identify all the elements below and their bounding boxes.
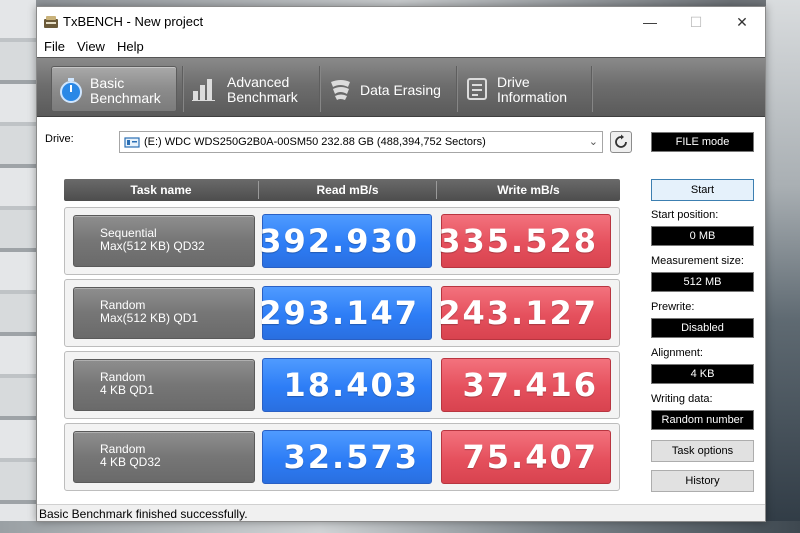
write-value: 75.407 [441, 430, 611, 484]
history-button[interactable]: History [651, 470, 754, 492]
refresh-button[interactable] [610, 131, 632, 153]
write-value: 335.528 [438, 214, 611, 268]
refresh-icon [615, 134, 627, 148]
status-text: Basic Benchmark finished successfully. [39, 507, 248, 521]
main-toolbar: Basic Benchmark Advanced Benchmark Data … [37, 57, 765, 117]
prewrite-field[interactable]: Disabled [651, 318, 754, 338]
writing-data-label: Writing data: [651, 393, 713, 405]
task-line2: Max(512 KB) QD1 [100, 311, 199, 325]
desktop-background-right [766, 0, 800, 533]
toolbar-separator [319, 66, 321, 112]
close-icon: ✕ [736, 13, 748, 30]
header-write: Write mB/s [497, 183, 560, 197]
task-button-seq-q32[interactable]: Sequential Max(512 KB) QD32 [73, 215, 255, 267]
app-logo-icon [44, 16, 58, 28]
window-title: TxBENCH - New project [63, 14, 204, 29]
toolbar-separator [591, 66, 593, 112]
minimize-icon: — [643, 14, 657, 30]
toolbar-separator [456, 66, 458, 112]
drive-select-value: (E:) WDC WDS250G2B0A-00SM50 232.88 GB (4… [144, 136, 486, 148]
tab-label-line1: Drive [497, 74, 530, 90]
start-position-label: Start position: [651, 209, 719, 221]
tab-basic-benchmark[interactable]: Basic Benchmark [51, 66, 177, 112]
tab-label-line1: Data Erasing [360, 82, 441, 98]
chevron-down-icon: ⌄ [588, 136, 598, 148]
write-value: 37.416 [441, 358, 611, 412]
read-value: 293.147 [259, 286, 432, 340]
task-options-button[interactable]: Task options [651, 440, 754, 462]
eraser-icon [331, 80, 350, 100]
tab-label-line1: Basic [90, 75, 125, 91]
write-value: 243.127 [438, 286, 611, 340]
tab-drive-information[interactable]: Drive Information [461, 66, 589, 112]
stopwatch-icon [60, 78, 82, 103]
start-button[interactable]: Start [651, 179, 754, 201]
tab-data-erasing[interactable]: Data Erasing [324, 66, 454, 112]
start-position-field[interactable]: 0 MB [651, 226, 754, 246]
maximize-button[interactable]: ☐ [673, 7, 719, 37]
measurement-size-field[interactable]: 512 MB [651, 272, 754, 292]
results-header: Task name Read mB/s Write mB/s [64, 179, 620, 201]
measurement-size-label: Measurement size: [651, 255, 744, 267]
result-row-seq-q32: Sequential Max(512 KB) QD32 392.930 335.… [64, 207, 620, 275]
title-bar: TxBENCH - New project — ☐ ✕ [37, 7, 765, 37]
main-panel: Drive: (E:) WDC WDS250G2B0A-00SM50 232.8… [37, 118, 765, 504]
result-row-rnd-4k-qd32: Random 4 KB QD32 32.573 75.407 [64, 423, 620, 491]
tab-label-line2: Information [497, 89, 568, 105]
toolbar-separator [182, 66, 184, 112]
alignment-field[interactable]: 4 KB [651, 364, 754, 384]
menu-help[interactable]: Help [117, 39, 144, 54]
drive-icon [124, 137, 140, 148]
settings-panel: Start Start position: 0 MB Measurement s… [643, 163, 761, 504]
tab-label-line1: Advanced [227, 74, 290, 90]
drive-label: Drive: [45, 133, 74, 145]
header-task-name: Task name [130, 183, 192, 197]
task-line2: Max(512 KB) QD32 [100, 239, 205, 253]
task-line2: 4 KB QD32 [100, 455, 161, 469]
tab-advanced-benchmark[interactable]: Advanced Benchmark [187, 66, 317, 112]
result-row-rnd-512-qd1: Random Max(512 KB) QD1 293.147 243.127 [64, 279, 620, 347]
menu-bar: File View Help [37, 37, 765, 57]
prewrite-label: Prewrite: [651, 301, 695, 313]
menu-view[interactable]: View [77, 39, 105, 54]
desktop-background-left [0, 0, 36, 533]
writing-data-field[interactable]: Random number [651, 410, 754, 430]
app-window: TxBENCH - New project — ☐ ✕ File View He… [36, 6, 766, 522]
header-read: Read mB/s [316, 183, 379, 197]
bar-chart-icon [192, 79, 215, 101]
read-value: 18.403 [262, 358, 432, 412]
read-value: 32.573 [262, 430, 432, 484]
task-button-rnd-4k-qd1[interactable]: Random 4 KB QD1 [73, 359, 255, 411]
menu-file[interactable]: File [44, 39, 65, 54]
drive-info-icon [467, 78, 487, 100]
tab-label-line2: Benchmark [227, 89, 298, 105]
benchmark-results: Task name Read mB/s Write mB/s Sequentia… [37, 163, 635, 504]
result-row-rnd-4k-qd1: Random 4 KB QD1 18.403 37.416 [64, 351, 620, 419]
maximize-icon: ☐ [689, 13, 703, 30]
drive-select[interactable]: (E:) WDC WDS250G2B0A-00SM50 232.88 GB (4… [119, 131, 603, 153]
desktop-background-bottom [0, 521, 800, 533]
task-button-rnd-4k-qd32[interactable]: Random 4 KB QD32 [73, 431, 255, 483]
tab-label-line2: Benchmark [90, 90, 161, 106]
minimize-button[interactable]: — [627, 7, 673, 37]
read-value: 392.930 [259, 214, 432, 268]
task-button-rnd-512-qd1[interactable]: Random Max(512 KB) QD1 [73, 287, 255, 339]
status-bar: Basic Benchmark finished successfully. [37, 504, 765, 521]
mode-indicator: FILE mode [651, 132, 754, 152]
task-line2: 4 KB QD1 [100, 383, 155, 397]
alignment-label: Alignment: [651, 347, 703, 359]
close-button[interactable]: ✕ [719, 7, 765, 37]
